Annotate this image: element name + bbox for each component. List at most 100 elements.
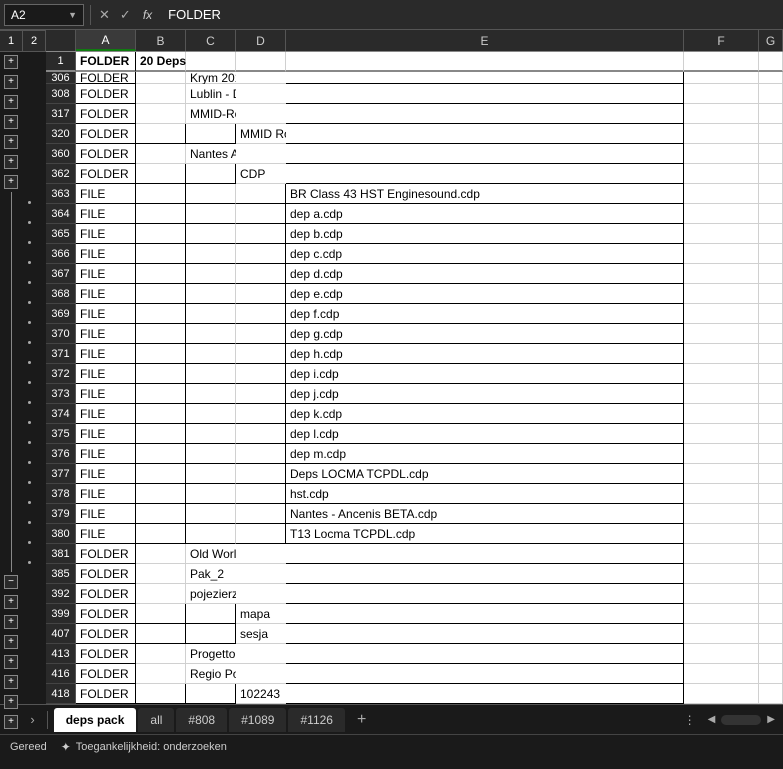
cell[interactable]: [236, 564, 286, 584]
cell[interactable]: [684, 444, 759, 464]
cell[interactable]: [684, 104, 759, 124]
fx-icon[interactable]: fx: [139, 8, 156, 22]
cell[interactable]: [759, 664, 783, 684]
cell[interactable]: [684, 584, 759, 604]
cell[interactable]: [759, 644, 783, 664]
cell[interactable]: [759, 224, 783, 244]
cell[interactable]: [684, 72, 759, 84]
col-header-a[interactable]: A: [76, 30, 136, 51]
cell[interactable]: FILE: [76, 304, 136, 324]
cell[interactable]: FILE: [76, 264, 136, 284]
cell[interactable]: [759, 504, 783, 524]
col-header-b[interactable]: B: [136, 30, 186, 51]
cell[interactable]: [684, 524, 759, 544]
expand-button[interactable]: +: [4, 115, 18, 129]
sheet-tab[interactable]: #808: [176, 708, 227, 732]
cell[interactable]: [759, 524, 783, 544]
cell[interactable]: dep b.cdp: [286, 224, 684, 244]
cell[interactable]: [759, 52, 783, 72]
cell[interactable]: [186, 524, 236, 544]
scroll-right-icon[interactable]: ▶: [765, 712, 777, 727]
cell[interactable]: [186, 264, 236, 284]
expand-button[interactable]: +: [4, 95, 18, 109]
cell[interactable]: [186, 164, 236, 184]
cell[interactable]: [759, 624, 783, 644]
cell[interactable]: [759, 284, 783, 304]
cell[interactable]: FILE: [76, 464, 136, 484]
row-header[interactable]: 365: [46, 224, 76, 244]
row-header[interactable]: 378: [46, 484, 76, 504]
cell[interactable]: [186, 624, 236, 644]
cell[interactable]: [136, 664, 186, 684]
cell[interactable]: dep f.cdp: [286, 304, 684, 324]
cell[interactable]: [684, 204, 759, 224]
name-box[interactable]: A2 ▼: [4, 4, 84, 26]
cell[interactable]: [759, 84, 783, 104]
horizontal-scroll[interactable]: ◀ ▶: [706, 712, 777, 727]
cell[interactable]: [759, 464, 783, 484]
cell[interactable]: CDP: [236, 164, 286, 184]
cell[interactable]: [759, 484, 783, 504]
cell[interactable]: dep m.cdp: [286, 444, 684, 464]
cell[interactable]: [759, 324, 783, 344]
cell[interactable]: sesja: [236, 624, 286, 644]
cell[interactable]: [286, 104, 684, 124]
cell[interactable]: [759, 364, 783, 384]
cell[interactable]: [759, 164, 783, 184]
cell[interactable]: [286, 164, 684, 184]
outline-level-1[interactable]: 1: [0, 30, 23, 52]
cell[interactable]: [286, 664, 684, 684]
cell[interactable]: [186, 224, 236, 244]
cell[interactable]: FILE: [76, 484, 136, 504]
cell[interactable]: [236, 184, 286, 204]
cell[interactable]: [186, 384, 236, 404]
expand-button[interactable]: +: [4, 135, 18, 149]
cancel-icon[interactable]: ✕: [97, 5, 112, 25]
cell[interactable]: [136, 144, 186, 164]
cell[interactable]: [186, 52, 236, 72]
expand-button[interactable]: +: [4, 615, 18, 629]
cell[interactable]: [236, 264, 286, 284]
formula-input[interactable]: [156, 7, 779, 22]
cell[interactable]: FOLDER: [76, 124, 136, 144]
cell[interactable]: 102243: [236, 684, 286, 704]
cell[interactable]: FILE: [76, 244, 136, 264]
cell[interactable]: dep d.cdp: [286, 264, 684, 284]
expand-button[interactable]: +: [4, 695, 18, 709]
cell[interactable]: [236, 144, 286, 164]
cell[interactable]: [286, 604, 684, 624]
cell[interactable]: [136, 624, 186, 644]
collapse-button[interactable]: −: [4, 575, 18, 589]
sheet-tab[interactable]: #1089: [229, 708, 286, 732]
cell[interactable]: [759, 344, 783, 364]
cell[interactable]: [136, 684, 186, 704]
row-header[interactable]: 374: [46, 404, 76, 424]
cell[interactable]: [684, 644, 759, 664]
cell[interactable]: [759, 104, 783, 124]
row-header[interactable]: 370: [46, 324, 76, 344]
row-header[interactable]: 371: [46, 344, 76, 364]
cell[interactable]: [759, 304, 783, 324]
cell[interactable]: [136, 544, 186, 564]
cell[interactable]: [136, 284, 186, 304]
row-header[interactable]: 375: [46, 424, 76, 444]
cell[interactable]: FILE: [76, 224, 136, 244]
cell[interactable]: [186, 444, 236, 464]
cell[interactable]: [186, 684, 236, 704]
cell[interactable]: [186, 464, 236, 484]
cell[interactable]: [236, 324, 286, 344]
cell[interactable]: [236, 304, 286, 324]
cell[interactable]: MMID-Route-ASSETS-9-11-2016: [186, 104, 236, 124]
row-header[interactable]: 372: [46, 364, 76, 384]
cell[interactable]: FOLDER: [76, 104, 136, 124]
cell[interactable]: [236, 504, 286, 524]
sheet-tab[interactable]: deps pack: [54, 708, 137, 732]
cell[interactable]: [286, 624, 684, 644]
cell[interactable]: [684, 664, 759, 684]
cell[interactable]: FOLDER: [76, 72, 136, 84]
row-header[interactable]: 1: [46, 52, 76, 72]
cell[interactable]: [759, 444, 783, 464]
cell[interactable]: [236, 404, 286, 424]
cell[interactable]: [136, 384, 186, 404]
cell[interactable]: [759, 404, 783, 424]
